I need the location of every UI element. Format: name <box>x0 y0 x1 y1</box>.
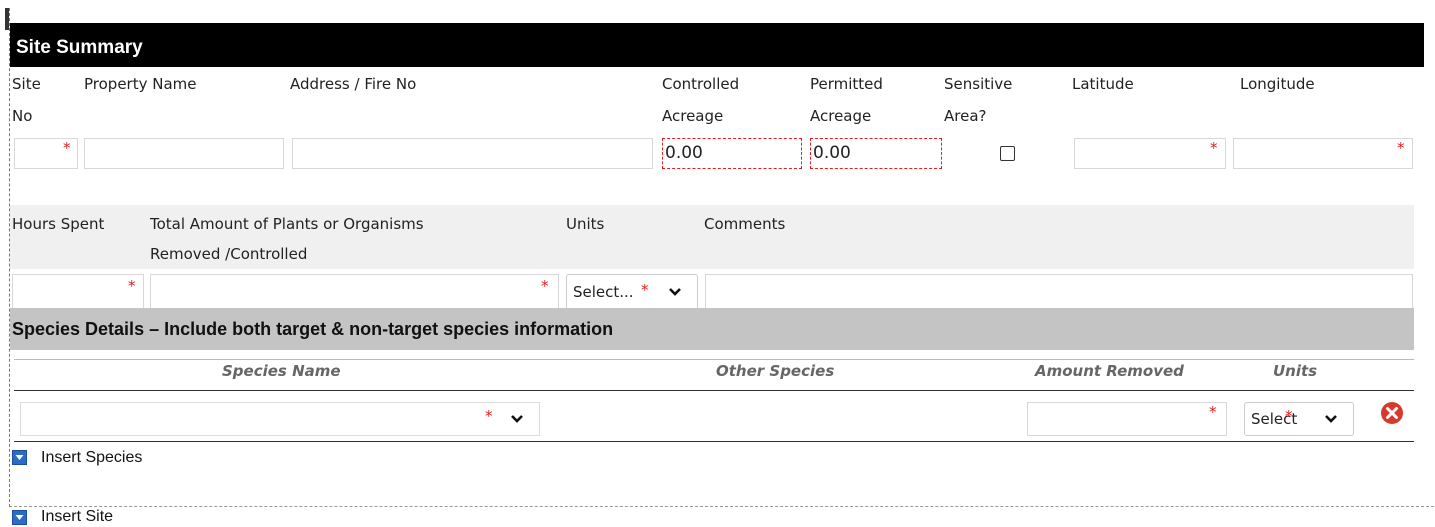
sensitive-area-label-2: Area? <box>944 107 987 125</box>
species-units-select[interactable]: Select * <box>1244 402 1354 436</box>
required-marker: * <box>63 139 71 157</box>
permitted-acreage-label-1: Permitted <box>810 75 883 93</box>
site-no-label-1: Site <box>12 75 41 93</box>
title-notch <box>5 8 9 30</box>
species-details-header: Species Details – Include both target & … <box>10 308 1414 350</box>
chevron-down-icon <box>511 415 523 423</box>
total-amount-label-2: Removed /Controlled <box>150 245 308 263</box>
hours-spent-input[interactable] <box>12 274 144 310</box>
latitude-input[interactable] <box>1074 138 1226 169</box>
species-name-select[interactable]: * <box>20 402 540 436</box>
controlled-acreage-label-2: Acreage <box>662 107 724 125</box>
required-marker: * <box>1210 139 1218 157</box>
longitude-input[interactable] <box>1233 138 1413 169</box>
chevron-down-icon <box>669 288 681 296</box>
column-header-rule <box>14 390 1414 391</box>
site-no-label-2: No <box>12 107 33 125</box>
insert-site-link[interactable]: Insert Site <box>41 507 113 527</box>
delete-icon[interactable] <box>1380 401 1404 425</box>
comments-input[interactable] <box>705 274 1413 310</box>
hours-spent-label: Hours Spent <box>12 215 105 233</box>
chevron-down-icon <box>1325 415 1337 423</box>
species-name-column-header: Species Name <box>222 362 341 380</box>
latitude-label: Latitude <box>1072 75 1134 93</box>
insert-species-arrow-icon[interactable] <box>12 450 27 465</box>
units-column-header: Units <box>1273 362 1318 380</box>
units-select-value: Select... <box>573 283 634 301</box>
required-marker: * <box>541 277 549 295</box>
controlled-acreage-label-1: Controlled <box>662 75 740 93</box>
address-input[interactable] <box>292 138 653 169</box>
required-marker: * <box>1285 407 1293 425</box>
required-marker: * <box>128 277 136 295</box>
required-marker: * <box>1397 139 1405 157</box>
required-marker: * <box>1209 403 1217 421</box>
property-name-input[interactable] <box>84 138 284 169</box>
total-amount-input[interactable] <box>150 274 559 310</box>
sensitive-area-label-1: Sensitive <box>944 75 1013 93</box>
required-marker: * <box>485 407 493 425</box>
controlled-acreage-field[interactable]: 0.00 <box>662 138 802 169</box>
total-amount-label-1: Total Amount of Plants or Organisms <box>150 215 424 233</box>
species-row-rule <box>14 441 1414 442</box>
required-marker: * <box>641 281 649 299</box>
amount-removed-input[interactable] <box>1027 402 1227 436</box>
insert-site-arrow-icon[interactable] <box>12 510 27 525</box>
property-name-label: Property Name <box>84 75 197 93</box>
site-summary-header: Site Summary <box>10 23 1424 67</box>
longitude-label: Longitude <box>1240 75 1315 93</box>
address-label: Address / Fire No <box>290 75 417 93</box>
sensitive-area-checkbox[interactable] <box>1000 146 1015 161</box>
permitted-acreage-field[interactable]: 0.00 <box>810 138 942 169</box>
insert-species-link[interactable]: Insert Species <box>41 448 142 468</box>
comments-label: Comments <box>704 215 786 233</box>
amount-removed-column-header: Amount Removed <box>1035 362 1184 380</box>
permitted-acreage-label-2: Acreage <box>810 107 872 125</box>
other-species-column-header: Other Species <box>716 362 835 380</box>
units-label: Units <box>566 215 605 233</box>
units-select[interactable]: Select... * <box>566 274 698 310</box>
